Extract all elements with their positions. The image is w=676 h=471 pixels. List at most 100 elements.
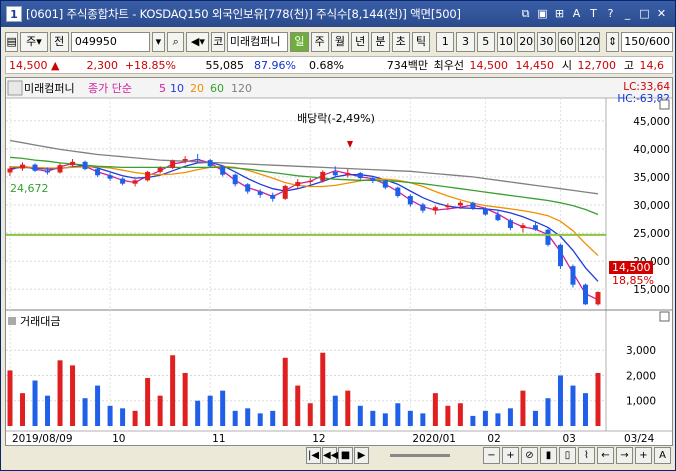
layout-icon[interactable]: ▤ [5,32,19,52]
volume-bar [407,410,413,426]
candle-body [145,171,151,181]
interval-20[interactable]: 20 [517,32,536,52]
candle-body [132,180,138,184]
line-icon[interactable]: ⌇ [578,447,595,464]
interval-3[interactable]: 3 [456,32,475,52]
period-day[interactable]: 일 [290,32,309,52]
nav-first-icon[interactable]: |◀ [306,447,321,464]
bottom-bar: |◀ ◀◀ ■ ▶ − + ⊘ ▮ ▯ ⌇ ← → + A [5,447,673,467]
candle-body [570,266,576,285]
volume-bar [307,403,313,426]
scroll-left-icon[interactable]: ← [597,447,614,464]
text-icon[interactable]: T [586,6,601,21]
cross-icon[interactable]: + [635,447,652,464]
candle-body [507,220,513,229]
view-buttons: − + ⊘ ▮ ▯ ⌇ ← → + A [483,447,671,464]
candle-body [95,169,101,176]
volume-bar [132,410,138,426]
scroll-right-icon[interactable]: → [616,447,633,464]
bars-icon[interactable]: ▮ [540,447,557,464]
grid-icon[interactable]: ⊞ [552,6,567,21]
chart-svg[interactable]: 미래컴퍼니 종가 단순 5 10 20 60 120 LC:33,64 HC:-… [6,78,672,445]
candle-body [595,291,601,305]
link-icon[interactable]: ⧉ [518,6,533,21]
volume-bar [170,355,176,426]
interval-120[interactable]: 120 [577,32,600,52]
volume-bar [20,393,26,426]
period-minute[interactable]: 분 [371,32,390,52]
interval-60[interactable]: 60 [557,32,576,52]
candle-body [220,166,226,175]
interval-30[interactable]: 30 [537,32,556,52]
nav-stop-icon[interactable]: ■ [338,447,353,464]
candle-body [282,185,288,199]
close-icon[interactable]: ✕ [654,6,669,21]
count-spin-icon[interactable]: ⇕ [605,32,620,52]
volume-bar [145,378,151,426]
sound-icon[interactable]: ◀▾ [186,32,210,52]
count-value: 150 [624,35,646,48]
nav-prev-icon[interactable]: ◀◀ [322,447,338,464]
interval-5[interactable]: 5 [476,32,495,52]
volume-bar [432,393,438,426]
prefix-button[interactable]: 전 [49,32,69,52]
interval-1[interactable]: 1 [436,32,455,52]
quote-volume: 55,085 [205,58,245,72]
lock-icon[interactable]: ⊘ [521,447,538,464]
preferred-label: 최우선 [433,59,464,72]
quote-high: 14,6 [639,58,665,72]
legend-series-label: 종가 단순 [88,82,132,95]
chart-area[interactable]: 미래컴퍼니 종가 단순 5 10 20 60 120 LC:33,64 HC:-… [5,77,673,446]
legend-ma5: 5 [159,82,166,95]
count-total: /600 [645,35,670,48]
nav-next-icon[interactable]: ▶ [354,447,369,464]
period-week[interactable]: 주 [310,32,329,52]
title-bar[interactable]: 1 [0601] 주식종합차트 - KOSDAQ150 외국인보유[778(천)… [1,1,675,27]
zoom-slider[interactable] [390,454,450,457]
candle-body [232,174,238,185]
candle-icon[interactable]: ▯ [559,447,576,464]
hline-label: 24,672 [10,182,49,195]
candle-body [445,205,451,208]
up-arrow-icon: ▲ [51,58,60,72]
open-label: 시 [561,59,572,72]
period-year[interactable]: 년 [351,32,370,52]
candle-body [332,171,338,176]
save-icon[interactable]: ▣ [535,6,550,21]
legend-ma120: 120 [231,82,252,95]
volume-bar [395,403,401,426]
interval-10[interactable]: 10 [496,32,516,52]
candle-body [395,187,401,197]
volume-bar [270,410,276,426]
volume-pane-close-icon[interactable] [659,311,670,322]
period-tick[interactable]: 틱 [411,32,431,52]
candle-body [420,204,426,211]
candle-body [457,202,463,206]
stock-name: 미래컴퍼니 [226,32,289,52]
quote-turnover: 0.68% [309,58,344,72]
maximize-icon[interactable]: □ [637,6,652,21]
period-second[interactable]: 초 [391,32,410,52]
candle-body [407,196,413,205]
minimize-icon[interactable]: _ [620,6,635,21]
volume-bar [545,398,551,426]
code-input[interactable]: 049950 [70,32,150,52]
font-size-icon[interactable]: A [654,447,671,464]
volume-bar [107,405,113,426]
volume-bar [232,410,238,426]
zoom-in-icon[interactable]: + [502,447,519,464]
candle-body [170,160,176,168]
zoom-out-icon[interactable]: − [483,447,500,464]
help-icon[interactable]: ? [603,6,618,21]
search-icon[interactable]: ⌕ [167,32,185,52]
font-icon[interactable]: A [569,6,584,21]
grid-settings-icon[interactable] [7,80,23,96]
count-input[interactable]: 150/600 [621,32,673,52]
market-select[interactable]: 주▾ [20,32,48,52]
period-month[interactable]: 월 [330,32,350,52]
price-pane-close-icon[interactable] [659,99,670,110]
code-dropdown-icon[interactable]: ▾ [151,32,166,52]
quote-amount: 734백만 [386,59,428,72]
volume-pane-icon[interactable] [8,317,16,325]
price-pct: 18,85% [612,274,654,287]
